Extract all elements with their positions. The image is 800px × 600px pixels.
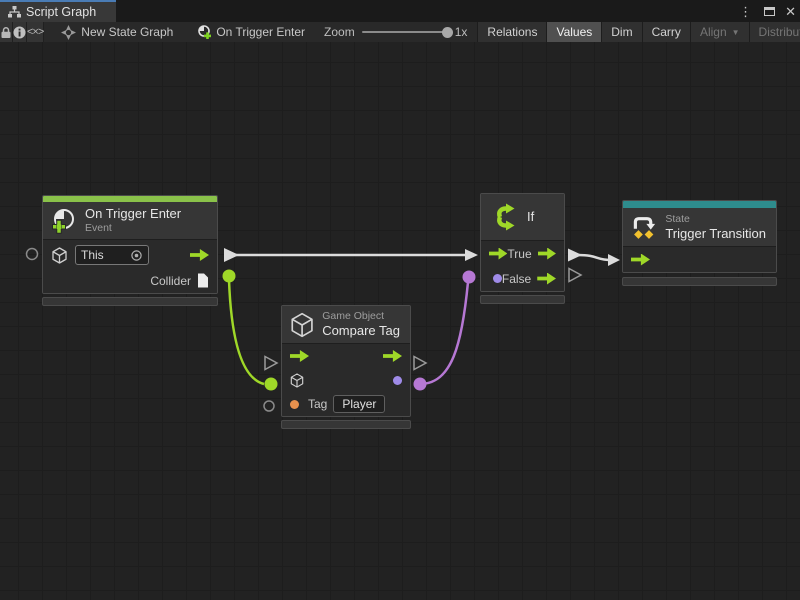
target-object-field[interactable]: This xyxy=(75,245,149,265)
zoom-label: Zoom xyxy=(324,25,355,39)
if-false-port-empty[interactable] xyxy=(569,269,581,282)
node-footer xyxy=(480,295,565,304)
node-footer xyxy=(622,277,777,286)
node-trigger-transition[interactable]: State Trigger Transition xyxy=(622,200,777,286)
tag-value: Player xyxy=(342,397,376,411)
zoom-slider-knob[interactable] xyxy=(442,27,453,38)
target-value: This xyxy=(81,248,130,262)
node-category: Game Object xyxy=(322,310,400,323)
state-diamond-icon xyxy=(645,230,654,239)
lock-button[interactable] xyxy=(0,22,13,42)
view-options-group: Relations Values Dim Carry Align▼ Distri… xyxy=(477,22,800,42)
close-icon[interactable]: ✕ xyxy=(785,5,796,18)
if-condition-port-connected[interactable] xyxy=(463,271,476,284)
node-title: On Trigger Enter xyxy=(85,206,181,222)
carry-button[interactable]: Carry xyxy=(642,22,690,42)
false-port-label: False xyxy=(502,272,531,286)
true-port-label: True xyxy=(507,247,531,261)
gameobject-input-icon[interactable] xyxy=(290,373,304,388)
flow-in-arrow[interactable] xyxy=(489,248,507,260)
align-dropdown[interactable]: Align▼ xyxy=(690,22,749,42)
collider-port-label: Collider xyxy=(150,274,191,288)
zoom-value: 1x xyxy=(455,25,468,39)
info-icon xyxy=(13,26,26,39)
flow-out-arrow[interactable] xyxy=(383,350,402,362)
graph-toolbar: <×> New State Graph On Trigger Enter Zoo… xyxy=(0,22,800,43)
new-state-graph-label: New State Graph xyxy=(81,25,173,39)
relations-button[interactable]: Relations xyxy=(477,22,546,42)
comparetag-flowout-port-empty[interactable] xyxy=(414,357,426,370)
code-icon: <×> xyxy=(27,26,43,38)
result-output-port[interactable] xyxy=(393,376,402,385)
node-title: Compare Tag xyxy=(322,323,400,339)
node-title: If xyxy=(527,209,534,225)
collider-type-icon xyxy=(197,273,209,288)
tag-port-label: Tag xyxy=(308,397,327,411)
current-graph-label: On Trigger Enter xyxy=(216,25,305,39)
script-graph-window: Script Graph ⋮ ✕ <×> xyxy=(0,0,800,600)
event-mini-icon xyxy=(197,25,211,39)
condition-input-port[interactable] xyxy=(493,274,502,283)
maximize-icon[interactable] xyxy=(764,7,775,16)
state-graph-icon xyxy=(61,25,76,40)
node-footer xyxy=(42,297,218,306)
state-accent-bar xyxy=(623,201,776,208)
trigger-target-port-empty[interactable] xyxy=(27,249,38,260)
graph-canvas[interactable]: On Trigger Enter Event This xyxy=(0,42,800,600)
tag-input-port[interactable] xyxy=(290,400,299,409)
chevron-down-icon: ▼ xyxy=(732,28,740,37)
node-if[interactable]: If True False xyxy=(480,193,565,304)
node-compare-tag[interactable]: Game Object Compare Tag xyxy=(281,305,411,429)
distribute-dropdown[interactable]: Distribute▼ xyxy=(749,22,800,42)
zoom-slider[interactable] xyxy=(362,31,448,33)
false-out-arrow[interactable] xyxy=(537,273,556,285)
tab-script-graph[interactable]: Script Graph xyxy=(0,0,116,22)
true-out-arrow[interactable] xyxy=(538,248,556,260)
node-subtitle: Event xyxy=(85,222,181,235)
state-diamond-icon xyxy=(634,230,643,239)
tag-value-field[interactable]: Player xyxy=(333,395,385,413)
wire-comparetag-to-if[interactable] xyxy=(420,282,468,384)
node-on-trigger-enter[interactable]: On Trigger Enter Event This xyxy=(42,195,218,306)
wire-collider-to-comparetag[interactable] xyxy=(229,280,264,384)
branch-icon xyxy=(493,202,519,232)
event-icon xyxy=(51,208,77,234)
collider-port-connected[interactable] xyxy=(223,270,236,283)
values-button[interactable]: Values xyxy=(546,22,601,42)
gameobject-cube-icon xyxy=(51,247,68,264)
node-category: State xyxy=(665,213,766,226)
transition-icon xyxy=(631,212,657,242)
wire-true-to-transition[interactable] xyxy=(578,255,611,260)
new-state-graph-button[interactable]: New State Graph xyxy=(52,22,182,42)
flow-out-arrow[interactable] xyxy=(190,249,209,261)
graph-tab-icon xyxy=(8,6,21,18)
tab-title: Script Graph xyxy=(26,5,96,19)
comparetag-tag-port-empty[interactable] xyxy=(264,401,274,411)
wire-arrowhead xyxy=(465,249,478,261)
comparetag-flowin-port-empty[interactable] xyxy=(265,357,277,370)
flow-in-arrow[interactable] xyxy=(631,254,650,266)
comparetag-result-port-connected[interactable] xyxy=(414,378,427,391)
object-picker-icon[interactable] xyxy=(130,249,143,262)
zoom-control: Zoom 1x xyxy=(314,22,477,42)
flow-in-arrow[interactable] xyxy=(290,350,309,362)
gameobject-cube-icon xyxy=(290,311,314,339)
dim-button[interactable]: Dim xyxy=(601,22,641,42)
node-footer xyxy=(281,420,411,429)
wire-arrowhead xyxy=(608,254,620,266)
info-button[interactable] xyxy=(13,22,27,42)
node-title: Trigger Transition xyxy=(665,226,766,242)
lock-icon xyxy=(0,26,12,39)
window-menu-icon[interactable]: ⋮ xyxy=(737,5,754,18)
tab-bar: Script Graph ⋮ ✕ xyxy=(0,0,800,22)
comparetag-gameobject-port-connected[interactable] xyxy=(265,378,278,391)
current-graph-breadcrumb[interactable]: On Trigger Enter xyxy=(188,22,314,42)
code-preview-button[interactable]: <×> xyxy=(27,22,44,42)
